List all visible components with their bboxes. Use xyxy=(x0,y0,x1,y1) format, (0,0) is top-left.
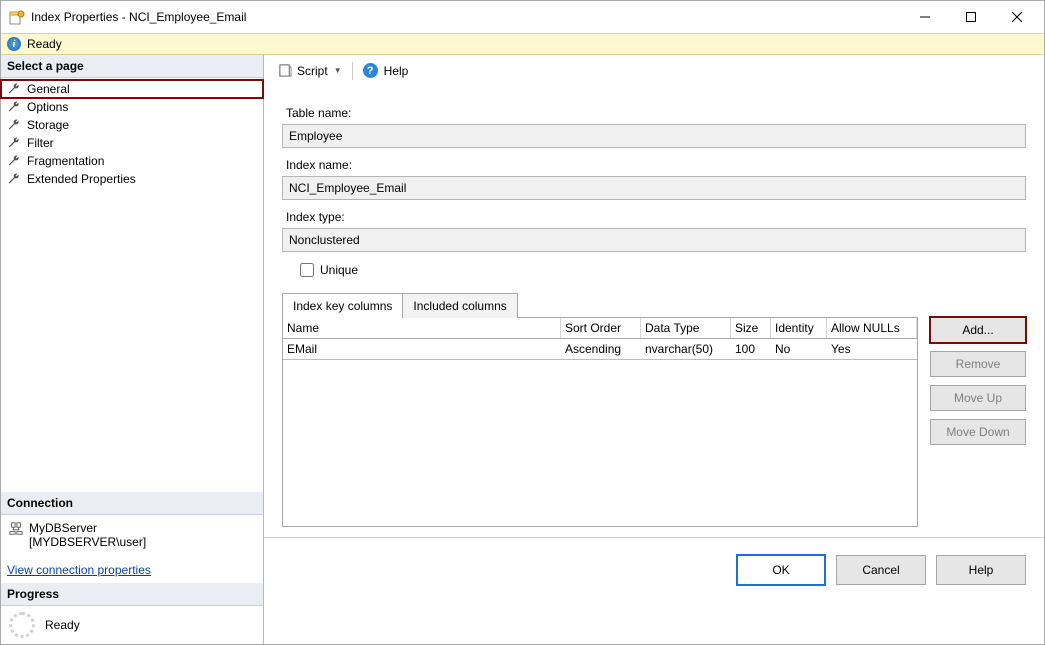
unique-label: Unique xyxy=(320,263,358,277)
chevron-down-icon: ▼ xyxy=(334,66,342,75)
tab-included-columns[interactable]: Included columns xyxy=(402,293,517,318)
status-text: Ready xyxy=(27,37,62,51)
nav-label: Storage xyxy=(27,118,69,132)
col-sort-header[interactable]: Sort Order xyxy=(561,318,641,338)
dialog-window: Index Properties - NCI_Employee_Email i … xyxy=(0,0,1045,645)
script-button[interactable]: Script ▼ xyxy=(274,61,346,80)
maximize-button[interactable] xyxy=(948,2,994,32)
page-nav: General Options Storage Filter Fragmenta… xyxy=(1,78,263,190)
unique-checkbox-input[interactable] xyxy=(300,263,314,277)
columns-grid[interactable]: Name Sort Order Data Type Size Identity … xyxy=(282,317,918,527)
cancel-button[interactable]: Cancel xyxy=(836,555,926,585)
page-options[interactable]: Options xyxy=(1,98,263,116)
connection-string: [MYDBSERVER\user] xyxy=(29,535,146,549)
titlebar: Index Properties - NCI_Employee_Email xyxy=(1,1,1044,33)
ok-button[interactable]: OK xyxy=(736,554,826,586)
wrench-icon xyxy=(7,154,21,168)
cell-type: nvarchar(50) xyxy=(641,339,731,359)
status-band: i Ready xyxy=(1,33,1044,55)
col-type-header[interactable]: Data Type xyxy=(641,318,731,338)
progress-text: Ready xyxy=(45,618,80,632)
wrench-icon xyxy=(7,172,21,186)
help-icon: ? xyxy=(363,63,378,78)
nav-label: Extended Properties xyxy=(27,172,136,186)
minimize-button[interactable] xyxy=(902,2,948,32)
index-name-label: Index name: xyxy=(286,158,1026,172)
help-label: Help xyxy=(384,64,409,78)
wrench-icon xyxy=(7,82,21,96)
toolbar: Script ▼ ? Help xyxy=(264,55,1044,86)
cell-null: Yes xyxy=(827,339,917,359)
table-row[interactable]: EMail Ascending nvarchar(50) 100 No Yes xyxy=(283,339,917,360)
server-icon xyxy=(9,521,23,535)
cell-size: 100 xyxy=(731,339,771,359)
page-storage[interactable]: Storage xyxy=(1,116,263,134)
move-up-button[interactable]: Move Up xyxy=(930,385,1026,411)
separator xyxy=(352,62,353,80)
index-name-field: NCI_Employee_Email xyxy=(282,176,1026,200)
script-label: Script xyxy=(297,64,328,78)
table-name-label: Table name: xyxy=(286,106,1026,120)
nav-label: Fragmentation xyxy=(27,154,104,168)
cell-sort: Ascending xyxy=(561,339,641,359)
info-icon: i xyxy=(7,37,21,51)
progress-header: Progress xyxy=(1,583,263,606)
table-name-field: Employee xyxy=(282,124,1026,148)
view-connection-link[interactable]: View connection properties xyxy=(1,557,263,583)
nav-label: Options xyxy=(27,100,68,114)
main-panel: Script ▼ ? Help Table name: Employee Ind… xyxy=(264,55,1044,644)
wrench-icon xyxy=(7,118,21,132)
select-page-header: Select a page xyxy=(1,55,263,78)
col-size-header[interactable]: Size xyxy=(731,318,771,338)
cell-name: EMail xyxy=(283,339,561,359)
page-general[interactable]: General xyxy=(1,80,263,98)
nav-label: General xyxy=(27,82,70,96)
wrench-icon xyxy=(7,100,21,114)
close-button[interactable] xyxy=(994,2,1040,32)
page-extended-properties[interactable]: Extended Properties xyxy=(1,170,263,188)
page-fragmentation[interactable]: Fragmentation xyxy=(1,152,263,170)
add-button[interactable]: Add... xyxy=(930,317,1026,343)
cell-ident: No xyxy=(771,339,827,359)
unique-checkbox[interactable]: Unique xyxy=(296,260,1026,280)
col-null-header[interactable]: Allow NULLs xyxy=(827,318,917,338)
col-ident-header[interactable]: Identity xyxy=(771,318,827,338)
nav-label: Filter xyxy=(27,136,54,150)
script-icon xyxy=(278,63,293,78)
dialog-footer: OK Cancel Help xyxy=(264,537,1044,601)
connection-header: Connection xyxy=(1,492,263,515)
tab-index-key-columns[interactable]: Index key columns xyxy=(282,293,403,318)
remove-button[interactable]: Remove xyxy=(930,351,1026,377)
connection-info: MyDBServer [MYDBSERVER\user] xyxy=(1,515,263,557)
grid-header: Name Sort Order Data Type Size Identity … xyxy=(283,318,917,339)
progress-spinner xyxy=(9,612,35,638)
index-type-label: Index type: xyxy=(286,210,1026,224)
help-button-footer[interactable]: Help xyxy=(936,555,1026,585)
col-name-header[interactable]: Name xyxy=(283,318,561,338)
move-down-button[interactable]: Move Down xyxy=(930,419,1026,445)
sidebar: Select a page General Options Storage Fi… xyxy=(1,55,264,644)
general-form: Table name: Employee Index name: NCI_Emp… xyxy=(264,86,1044,537)
index-type-field: Nonclustered xyxy=(282,228,1026,252)
index-icon xyxy=(9,9,25,25)
window-title: Index Properties - NCI_Employee_Email xyxy=(31,10,902,24)
help-button[interactable]: ? Help xyxy=(359,61,413,80)
page-filter[interactable]: Filter xyxy=(1,134,263,152)
wrench-icon xyxy=(7,136,21,150)
server-name: MyDBServer xyxy=(29,521,146,535)
